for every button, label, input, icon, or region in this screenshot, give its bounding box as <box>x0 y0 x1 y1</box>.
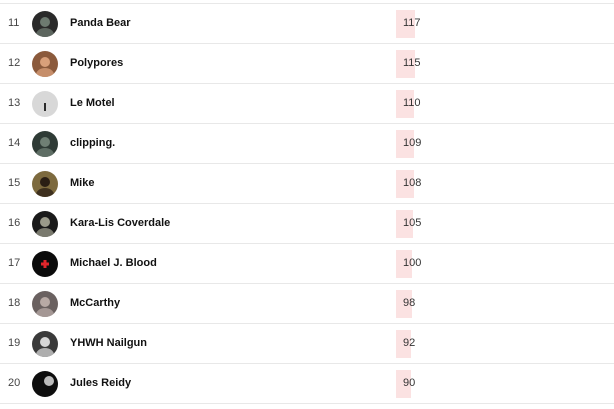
chart-row: 18 McCarthy 98 <box>0 284 614 324</box>
michael-j-blood-avatar-icon[interactable] <box>32 251 58 277</box>
scrobble-count: 92 <box>403 337 416 349</box>
chart-row: 16 Kara-Lis Coverdale 105 <box>0 204 614 244</box>
scrobble-count: 115 <box>403 57 421 69</box>
chart-row: 14 clipping. 109 <box>0 124 614 164</box>
artist-name-link[interactable]: Panda Bear <box>70 17 131 29</box>
scrobble-count: 108 <box>403 177 422 189</box>
rank-number: 16 <box>8 217 21 229</box>
scrobble-count: 100 <box>403 257 422 269</box>
artist-name-link[interactable]: Polypores <box>70 57 123 69</box>
artist-name-link[interactable]: Kara-Lis Coverdale <box>70 217 170 229</box>
artist-name-link[interactable]: clipping. <box>70 137 115 149</box>
artist-name-link[interactable]: Michael J. Blood <box>70 257 157 269</box>
le-motel-avatar-icon[interactable] <box>32 91 58 117</box>
chart-row: 11 Panda Bear 117 <box>0 4 614 44</box>
rank-number: 19 <box>8 337 21 349</box>
scrobble-count: 90 <box>403 377 416 389</box>
artist-name-link[interactable]: Jules Reidy <box>70 377 131 389</box>
scrobble-count: 98 <box>403 297 416 309</box>
scrobble-count: 109 <box>403 137 422 149</box>
artist-name-link[interactable]: YHWH Nailgun <box>70 337 147 349</box>
chart-row: 12 Polypores 115 <box>0 44 614 84</box>
clipping-avatar-icon[interactable] <box>32 131 58 157</box>
artist-name-link[interactable]: McCarthy <box>70 297 120 309</box>
kara-lis-coverdale-avatar-icon[interactable] <box>32 211 58 237</box>
yhwh-nailgun-avatar-icon[interactable] <box>32 331 58 357</box>
chart-row: 17 Michael J. Blood 100 <box>0 244 614 284</box>
artist-name-link[interactable]: Le Motel <box>70 97 115 109</box>
rank-number: 11 <box>8 17 20 29</box>
chart-row: 19 YHWH Nailgun 92 <box>0 324 614 364</box>
artist-name-link[interactable]: Mike <box>70 177 94 189</box>
rank-number: 14 <box>8 137 21 149</box>
chart-row: 20 Jules Reidy 90 <box>0 364 614 404</box>
rank-number: 17 <box>8 257 21 269</box>
rank-number: 20 <box>8 377 21 389</box>
panda-bear-avatar-icon[interactable] <box>32 11 58 37</box>
scrobble-count: 117 <box>403 17 421 29</box>
mccarthy-avatar-icon[interactable] <box>32 291 58 317</box>
chart-row: 13 Le Motel 110 <box>0 84 614 124</box>
chart-row: 15 Mike 108 <box>0 164 614 204</box>
rank-number: 18 <box>8 297 21 309</box>
polypores-avatar-icon[interactable] <box>32 51 58 77</box>
jules-reidy-avatar-icon[interactable] <box>32 371 58 397</box>
rank-number: 12 <box>8 57 21 69</box>
rank-number: 13 <box>8 97 21 109</box>
rank-number: 15 <box>8 177 21 189</box>
artist-chart-list: 11 Panda Bear 117 12 Polypores 115 13 Le Motel 1… <box>0 3 614 404</box>
scrobble-count: 110 <box>403 97 421 109</box>
mike-avatar-icon[interactable] <box>32 171 58 197</box>
scrobble-count: 105 <box>403 217 422 229</box>
